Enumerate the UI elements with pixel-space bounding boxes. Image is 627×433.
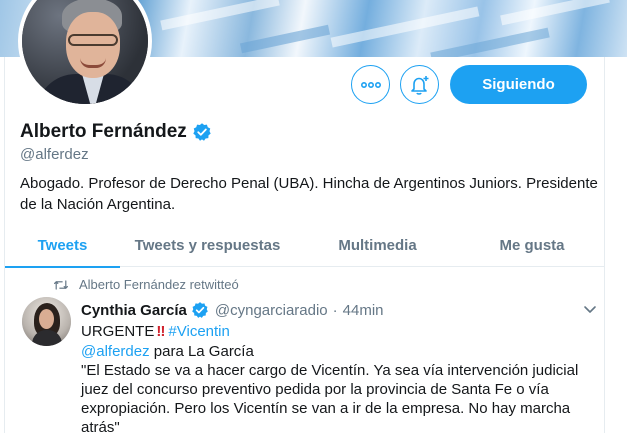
more-icon xyxy=(360,81,381,88)
profile-tabs: Tweets Tweets y respuestas Multimedia Me… xyxy=(5,223,604,268)
verified-badge-icon xyxy=(192,302,208,318)
tweet-separator: · xyxy=(332,301,338,319)
tweet-text-line: "El Estado se va a hacer cargo de Vicent… xyxy=(81,362,579,379)
mention-link[interactable]: @alferdez xyxy=(81,343,150,360)
tweet-urgent-text: URGENTE xyxy=(81,323,155,340)
tab-tweets-and-replies[interactable]: Tweets y respuestas xyxy=(120,223,295,267)
right-border xyxy=(604,0,605,433)
tab-media[interactable]: Multimedia xyxy=(295,223,460,267)
left-border xyxy=(4,0,5,433)
notification-bell-icon xyxy=(410,75,428,95)
tweet-text: para La García xyxy=(149,343,254,360)
tab-tweets[interactable]: Tweets xyxy=(5,223,120,268)
profile-handle: @alferdez xyxy=(20,146,89,163)
display-name: Alberto Fernández xyxy=(20,121,187,142)
tweet-author-name[interactable]: Cynthia García xyxy=(81,302,187,319)
tweet-text-line: juez del concurso preventivo pedida por … xyxy=(81,381,549,398)
more-options-button[interactable] xyxy=(351,65,390,104)
retweet-context-label[interactable]: Alberto Fernández retwitteó xyxy=(79,277,239,292)
tweet-timestamp[interactable]: 44min xyxy=(343,302,384,319)
hashtag-link[interactable]: #Vicentin xyxy=(168,323,229,340)
tweet-text-line: expropiación. Pero los Vicentín se van a… xyxy=(81,400,571,417)
tweet-text-line: @alferdez para La García xyxy=(81,342,254,362)
double-exclamation-emoji: ‼ xyxy=(156,323,165,340)
following-button[interactable]: Siguiendo xyxy=(450,65,587,104)
verified-badge-icon xyxy=(193,123,211,141)
tweet-text-line: URGENTE ‼ #Vicentin xyxy=(81,322,230,342)
profile-name-row: Alberto Fernández xyxy=(20,121,212,143)
tab-likes[interactable]: Me gusta xyxy=(460,223,604,267)
tweet-author-avatar[interactable] xyxy=(22,297,71,346)
tweet-header: Cynthia García @cyngarciaradio · 44min xyxy=(81,301,384,319)
chevron-down-icon[interactable] xyxy=(582,302,598,316)
profile-bio: Abogado. Profesor de Derecho Penal (UBA)… xyxy=(20,175,598,213)
profile-avatar[interactable] xyxy=(18,0,152,108)
tweet-text-line: atrás" xyxy=(81,419,120,433)
retweet-context: Alberto Fernández retwitteó xyxy=(54,277,239,292)
notifications-button[interactable] xyxy=(400,65,439,104)
tweet-author-handle[interactable]: @cyngarciaradio xyxy=(215,302,328,319)
retweet-icon xyxy=(54,279,68,290)
